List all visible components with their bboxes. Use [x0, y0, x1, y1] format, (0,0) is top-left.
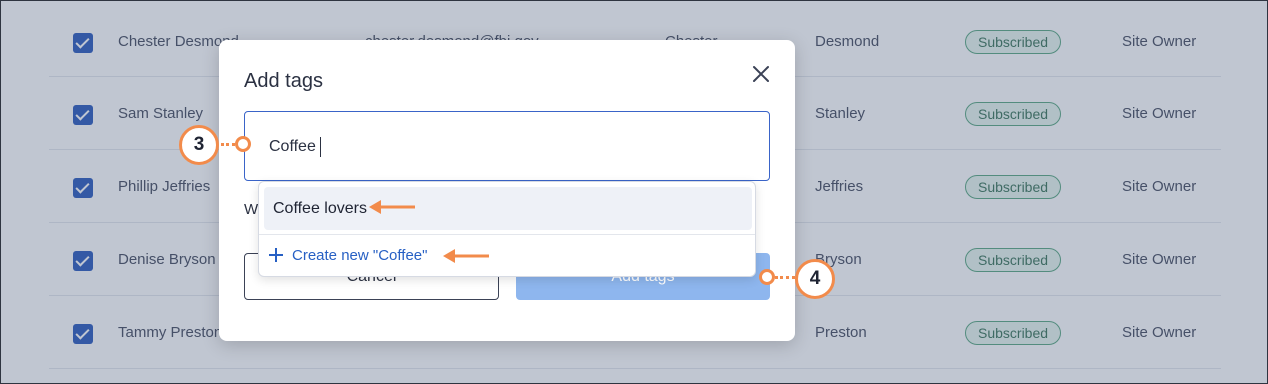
- arrow-icon: [443, 249, 489, 263]
- screenshot-frame: Chester Desmond chester.desmond@fbi.gov …: [0, 0, 1268, 384]
- callout-leader: [775, 276, 795, 279]
- modal-title: Add tags: [244, 70, 323, 92]
- tag-search-input[interactable]: Coffee: [244, 111, 770, 181]
- plus-icon: [269, 248, 283, 262]
- step-4-callout: 4: [795, 259, 835, 299]
- tag-suggestions-dropdown: Coffee lovers Create new "Coffee": [258, 181, 756, 277]
- callout-target-marker: [235, 136, 251, 152]
- tag-input-value: Coffee: [269, 138, 316, 155]
- callout-leader: [221, 143, 235, 146]
- close-button[interactable]: [749, 62, 773, 86]
- callout-target-marker: [759, 269, 775, 285]
- tag-option-label: Coffee lovers: [273, 200, 367, 217]
- step-3-callout: 3: [179, 125, 219, 165]
- partially-hidden-label: W: [244, 201, 259, 218]
- arrow-icon: [369, 200, 415, 214]
- text-caret: [320, 137, 321, 157]
- tag-option-coffee-lovers[interactable]: Coffee lovers: [264, 187, 752, 230]
- close-icon: [753, 66, 769, 82]
- create-new-tag-label: Create new "Coffee": [292, 247, 428, 264]
- dropdown-divider: [259, 234, 755, 235]
